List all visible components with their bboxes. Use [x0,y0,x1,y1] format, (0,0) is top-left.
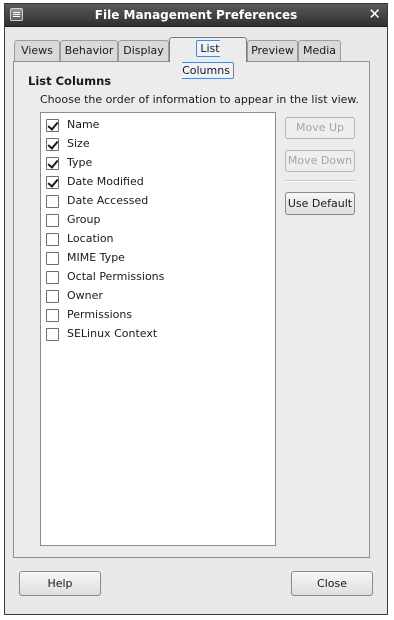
list-item[interactable]: Group [45,211,271,230]
section-title: List Columns [28,74,112,88]
column-label: SELinux Context [67,327,158,340]
column-label: Permissions [67,308,133,321]
window-title: File Management Preferences [94,8,298,22]
list-item[interactable]: Permissions [45,306,271,325]
column-label: Size [67,137,90,150]
list-item[interactable]: SELinux Context [45,325,271,344]
list-item[interactable]: Octal Permissions [45,268,271,287]
list-item[interactable]: Name [45,116,271,135]
close-icon[interactable]: ✕ [368,6,381,23]
column-checkbox[interactable] [46,176,59,189]
title-bar[interactable]: File Management Preferences ✕ [5,4,387,27]
list-item[interactable]: Date Modified [45,173,271,192]
section-description: Choose the order of information to appea… [40,93,359,106]
tab-display[interactable]: Display [118,40,169,61]
move-up-button[interactable]: Move Up [285,117,355,139]
list-item[interactable]: Date Accessed [45,192,271,211]
list-item[interactable]: Type [45,154,271,173]
help-button[interactable]: Help [19,571,101,596]
list-item[interactable]: Size [45,135,271,154]
column-label: Date Modified [67,175,144,188]
close-button[interactable]: Close [291,571,373,596]
column-checkbox[interactable] [46,214,59,227]
separator [285,180,355,182]
column-label: Name [67,118,100,131]
column-checkbox[interactable] [46,309,59,322]
column-list[interactable]: Name Size Type Date Modified Date Accessed Gr… [40,112,276,546]
column-checkbox[interactable] [46,290,59,303]
tab-media[interactable]: Media [298,40,341,61]
column-checkbox[interactable] [46,271,59,284]
column-checkbox[interactable] [46,328,59,341]
column-checkbox[interactable] [46,119,59,132]
tab-views[interactable]: Views [14,40,60,61]
column-label: MIME Type [67,251,125,264]
move-down-button[interactable]: Move Down [285,150,355,172]
tab-preview[interactable]: Preview [247,40,298,61]
column-label: Date Accessed [67,194,149,207]
column-checkbox[interactable] [46,138,59,151]
column-label: Group [67,213,101,226]
column-checkbox[interactable] [46,157,59,170]
column-label: Octal Permissions [67,270,165,283]
column-checkbox[interactable] [46,233,59,246]
column-label: Location [67,232,114,245]
tab-behavior[interactable]: Behavior [60,40,118,61]
use-default-button[interactable]: Use Default [285,192,355,215]
list-item[interactable]: Owner [45,287,271,306]
list-item[interactable]: MIME Type [45,249,271,268]
column-label: Type [67,156,93,169]
tab-list-columns[interactable]: List Columns [169,37,247,79]
column-label: Owner [67,289,103,302]
column-checkbox[interactable] [46,252,59,265]
column-checkbox[interactable] [46,195,59,208]
list-item[interactable]: Location [45,230,271,249]
